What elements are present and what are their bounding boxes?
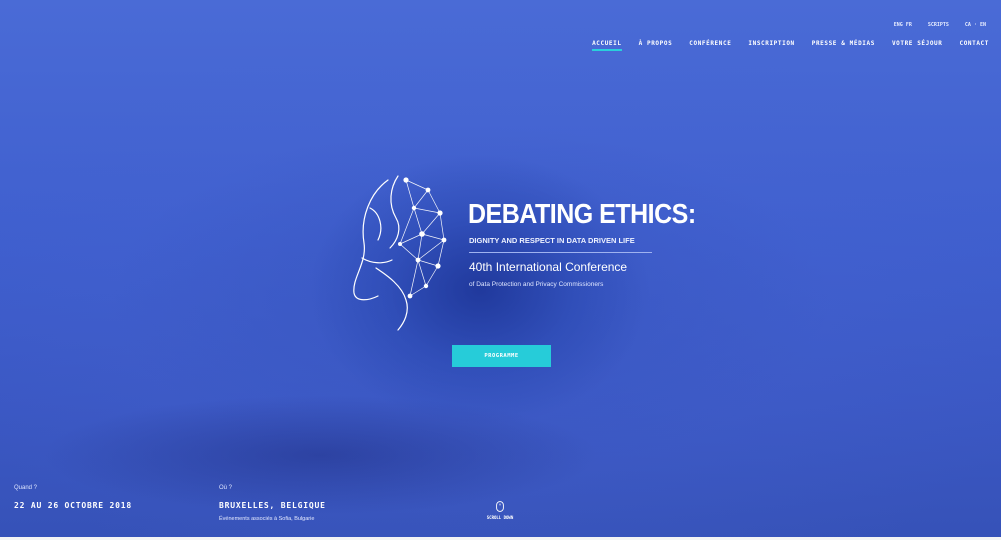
nav-item-inscription[interactable]: INSCRIPTION bbox=[748, 40, 794, 51]
nav-item-contact[interactable]: CONTACT bbox=[960, 40, 990, 51]
when-value: 22 AU 26 OCTOBRE 2018 bbox=[14, 501, 132, 510]
language-option[interactable]: CA · EN bbox=[965, 22, 986, 28]
hero-divider bbox=[469, 252, 652, 253]
programme-button[interactable]: PROGRAMME bbox=[452, 345, 551, 367]
nav-item-a-propos[interactable]: À PROPOS bbox=[639, 40, 673, 51]
brain-network-logo-icon bbox=[353, 175, 447, 331]
nav-item-votre-sejour[interactable]: VOTRE SÉJOUR bbox=[892, 40, 943, 51]
nav-item-presse-medias[interactable]: PRESSE & MÉDIAS bbox=[812, 40, 875, 51]
where-label: Où ? bbox=[219, 485, 233, 491]
where-address: Événements associés à Sofia, Bulgarie bbox=[219, 516, 315, 522]
language-menu: ENG FR SCRIPTS CA · EN bbox=[894, 22, 986, 28]
where-value: BRUXELLES, BELGIQUE bbox=[219, 501, 326, 510]
mouse-scroll-icon bbox=[496, 501, 504, 512]
conference-title: 40th International Conference bbox=[469, 260, 628, 274]
nav-item-accueil[interactable]: ACCUEIL bbox=[592, 40, 622, 51]
language-option[interactable]: SCRIPTS bbox=[928, 22, 949, 28]
language-option[interactable]: ENG FR bbox=[894, 22, 912, 28]
hero-title: DEBATING ETHICS: bbox=[468, 199, 696, 230]
hero-section: ENG FR SCRIPTS CA · EN ACCUEIL À PROPOS … bbox=[0, 0, 1001, 537]
scroll-down-label: SCROLL DOWN bbox=[486, 515, 514, 520]
eye-lid-shade bbox=[40, 395, 600, 515]
when-label: Quand ? bbox=[14, 485, 38, 491]
conference-subtitle: of Data Protection and Privacy Commissio… bbox=[469, 281, 604, 288]
main-nav: ACCUEIL À PROPOS CONFÉRENCE INSCRIPTION … bbox=[592, 40, 989, 51]
scroll-down-button[interactable]: SCROLL DOWN bbox=[478, 501, 522, 520]
hero-subtitle: DIGNITY AND RESPECT IN DATA DRIVEN LIFE bbox=[469, 236, 635, 245]
nav-item-conference[interactable]: CONFÉRENCE bbox=[689, 40, 731, 51]
